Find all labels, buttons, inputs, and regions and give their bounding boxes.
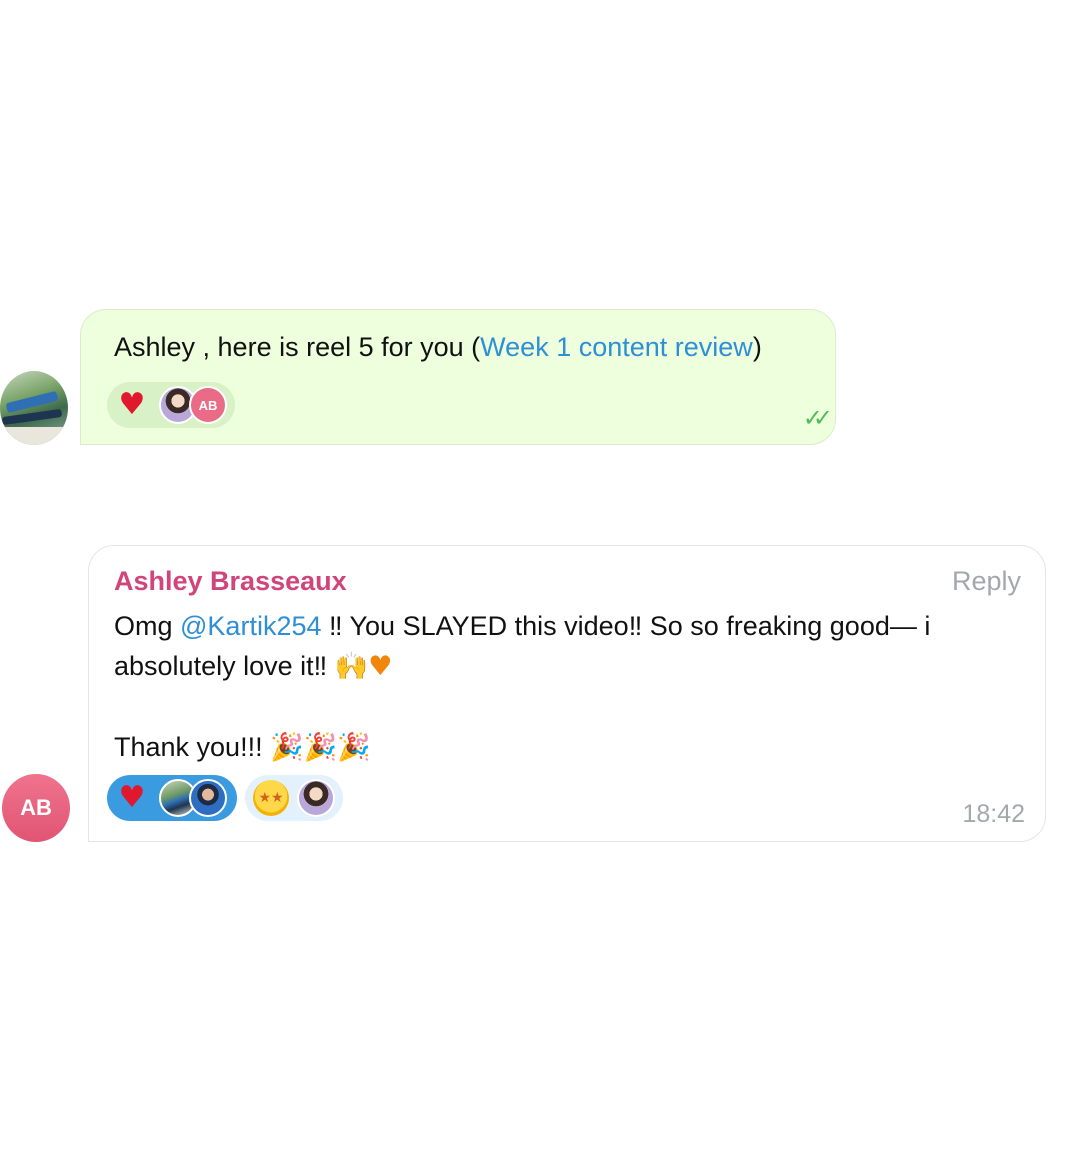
star-struck-emoji-icon: ★★ bbox=[253, 780, 289, 816]
reaction-heart-pill-chosen[interactable]: ♥ bbox=[107, 775, 237, 821]
sender-name[interactable]: Ashley Brasseaux bbox=[114, 566, 347, 597]
user-avatar[interactable] bbox=[0, 371, 68, 445]
outgoing-message-bubble[interactable]: Ashley , here is reel 5 for you (Week 1 … bbox=[80, 309, 836, 445]
incoming-message-text: Omg @Kartik254 ‼ You SLAYED this video‼ … bbox=[114, 611, 931, 763]
reaction-heart-pill[interactable]: ♥ AB bbox=[107, 382, 235, 428]
read-double-check-icon: ✓✓ bbox=[802, 404, 833, 432]
reactor-avatar-initials: AB bbox=[189, 386, 227, 424]
user-mention-link[interactable]: @Kartik254 bbox=[180, 611, 321, 641]
sender-avatar[interactable]: AB bbox=[2, 774, 70, 842]
incoming-message-bubble[interactable]: Ashley Brasseaux Reply Omg @Kartik254 ‼ … bbox=[88, 545, 1046, 842]
party-popper-emoji-icon: 🎉🎉🎉 bbox=[270, 732, 371, 763]
message-timestamp: 18:42 bbox=[962, 800, 1025, 828]
heart-icon: ♥ bbox=[118, 387, 146, 422]
reactor-avatar bbox=[189, 779, 227, 817]
reactor-avatar bbox=[297, 779, 335, 817]
orange-heart-emoji-icon: ♥ bbox=[368, 651, 393, 682]
heart-icon: ♥ bbox=[118, 780, 146, 815]
outgoing-message-text: Ashley , here is reel 5 for you (Week 1 … bbox=[114, 332, 762, 362]
message-link[interactable]: Week 1 content review bbox=[480, 332, 753, 362]
raised-hands-emoji-icon: 🙌 bbox=[334, 651, 369, 682]
reply-button[interactable]: Reply bbox=[952, 566, 1021, 597]
reaction-star-struck-pill[interactable]: ★★ bbox=[245, 775, 343, 821]
